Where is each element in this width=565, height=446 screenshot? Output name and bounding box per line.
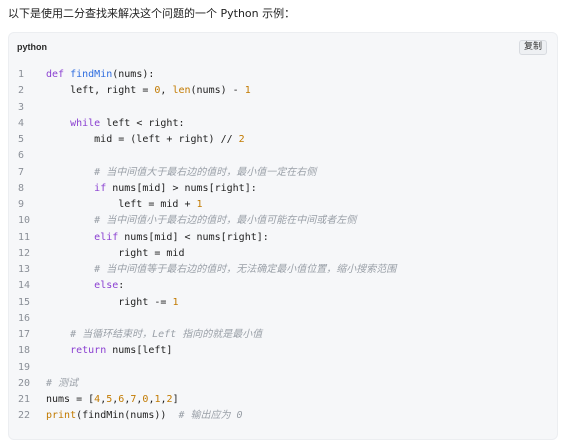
code-token: (nums): bbox=[112, 69, 155, 80]
code-text: else: bbox=[46, 278, 124, 294]
copy-button[interactable]: 复制 bbox=[518, 40, 547, 55]
code-text: # 当循环结束时，Left 指向的就是最小值 bbox=[46, 327, 262, 343]
line-number: 10 bbox=[18, 215, 31, 227]
code-text: elif nums[mid] < nums[right]: bbox=[46, 230, 269, 246]
code-token: return bbox=[70, 345, 107, 357]
line-number: 3 bbox=[18, 101, 25, 113]
code-token: def bbox=[46, 69, 71, 80]
code-token: , bbox=[160, 85, 173, 97]
code-text: # 当中间值小于最右边的值时，最小值可能在中间或者左侧 bbox=[46, 213, 356, 229]
code-text: # 当中间值大于最右边的值时，最小值一定在右侧 bbox=[46, 165, 316, 181]
code-token: else bbox=[94, 280, 119, 292]
line-number: 21 bbox=[18, 394, 31, 405]
code-token: 1 bbox=[196, 199, 203, 210]
line-number: 2 bbox=[18, 85, 25, 97]
code-token: (nums) - bbox=[190, 85, 245, 97]
line-number: 16 bbox=[18, 312, 31, 324]
code-token: # 输出应为 0 bbox=[178, 410, 243, 422]
code-text: if nums[mid] > nums[right]: bbox=[46, 181, 257, 197]
code-token: right -= bbox=[46, 296, 173, 308]
code-token: nums[left] bbox=[106, 345, 173, 357]
code-token: len bbox=[172, 85, 191, 97]
code-text: def findMin(nums): bbox=[46, 67, 154, 83]
code-text: print(findMin(nums)) # 输出应为 0 bbox=[46, 408, 243, 424]
code-token: # 当中间值小于最右边的值时，最小值可能在中间或者左侧 bbox=[46, 215, 357, 227]
code-token: nums[mid] > nums[right]: bbox=[106, 182, 257, 194]
line-number: 7 bbox=[18, 166, 25, 178]
code-token: left < right: bbox=[100, 117, 185, 129]
code-block-header: python 复制 bbox=[9, 33, 557, 63]
code-language-label: python bbox=[17, 42, 47, 52]
code-text: right -= 1 bbox=[46, 295, 178, 311]
code-token: left = mid + bbox=[46, 199, 197, 210]
code-text: left, right = 0, len(nums) - 1 bbox=[46, 83, 251, 99]
line-number: 12 bbox=[18, 247, 31, 259]
code-token: nums[mid] < nums[right]: bbox=[118, 231, 269, 243]
code-token: left, right = bbox=[46, 85, 155, 97]
code-text: return nums[left] bbox=[46, 343, 172, 359]
code-block: python 复制 1 def findMin(nums): 2 left, rig… bbox=[8, 32, 558, 440]
line-number: 4 bbox=[18, 117, 25, 129]
line-number: 11 bbox=[18, 231, 31, 243]
code-token: # 当中间值等于最右边的值时，无法确定最小值位置，缩小搜索范围 bbox=[46, 264, 397, 275]
code-text: # 测试 bbox=[46, 376, 78, 392]
code-text: right = mid bbox=[46, 246, 184, 262]
code-token: elif bbox=[94, 231, 119, 243]
code-token: : bbox=[118, 280, 125, 292]
code-text: while left < right: bbox=[46, 116, 185, 132]
code-text: nums = [4,5,6,7,0,1,2] bbox=[46, 392, 179, 408]
code-token: if bbox=[94, 182, 107, 194]
code-token: print bbox=[46, 410, 77, 422]
line-number: 14 bbox=[18, 280, 31, 292]
code-token: findMin bbox=[70, 69, 113, 80]
code-text: left = mid + 1 bbox=[46, 197, 203, 213]
code-text: # 当中间值等于最右边的值时，无法确定最小值位置，缩小搜索范围 bbox=[46, 262, 396, 278]
code-token: # 当循环结束时，Left 指向的就是最小值 bbox=[46, 329, 263, 340]
code-text: mid = (left + right) // 2 bbox=[46, 132, 245, 148]
code-token: # 测试 bbox=[46, 377, 79, 389]
code-token: right = mid bbox=[46, 247, 185, 259]
line-number: 8 bbox=[18, 182, 25, 194]
line-number: 19 bbox=[18, 361, 31, 373]
line-number: 1 bbox=[18, 69, 25, 80]
code-token: 2 bbox=[238, 134, 245, 145]
line-number: 9 bbox=[18, 199, 25, 210]
code-token: ] bbox=[172, 394, 179, 405]
line-number: 17 bbox=[18, 329, 31, 340]
code-token: while bbox=[70, 117, 101, 129]
code-token: mid = (left + right) // bbox=[46, 134, 239, 145]
line-number: 5 bbox=[18, 134, 25, 145]
line-number: 15 bbox=[18, 296, 31, 308]
code-token: # 当中间值大于最右边的值时，最小值一定在右侧 bbox=[46, 166, 317, 178]
line-number: 22 bbox=[18, 410, 31, 422]
code-token: (findMin(nums)) bbox=[76, 410, 179, 422]
line-number: 13 bbox=[18, 264, 31, 275]
code-token: 1 bbox=[244, 85, 251, 97]
line-number: 6 bbox=[18, 150, 25, 162]
code-token: nums = [ bbox=[46, 394, 95, 405]
line-number: 18 bbox=[18, 345, 31, 357]
code-token: 1 bbox=[172, 296, 179, 308]
line-number: 20 bbox=[18, 377, 31, 389]
intro-text: 以下是使用二分查找来解决这个问题的一个 Python 示例： bbox=[8, 7, 296, 20]
